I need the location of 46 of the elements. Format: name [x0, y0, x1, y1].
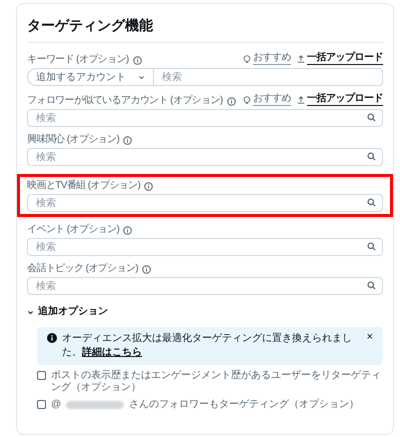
search-icon — [367, 281, 376, 290]
info-icon — [47, 333, 57, 343]
chevron-icon — [138, 74, 145, 80]
info-icon[interactable] — [123, 136, 132, 144]
blurred-username — [66, 401, 124, 409]
field-label: 会話トピック (オプション) — [27, 264, 138, 274]
checkbox-label: さんのフォロワーもターゲティング（オプション） — [129, 399, 360, 411]
info-icon[interactable] — [144, 182, 154, 190]
search-icon — [367, 198, 376, 207]
field-label: フォロワーが似ているアカウント (オプション) — [27, 96, 223, 106]
info-icon[interactable] — [132, 56, 142, 64]
bulk-upload-link[interactable]: 一括アップロード — [307, 94, 383, 106]
upload-icon — [297, 55, 305, 63]
mention-prefix: @ — [51, 399, 62, 411]
account-dropdown[interactable]: 追加するアカウント — [27, 68, 154, 86]
search-field[interactable]: 検索 — [27, 109, 383, 127]
bulk-upload-link[interactable]: 一括アップロード — [307, 53, 383, 65]
search-field[interactable]: 検索 — [27, 277, 383, 295]
search-icon — [367, 242, 376, 251]
info-icon[interactable] — [123, 226, 132, 234]
additional-options-toggle[interactable]: 追加オプション — [27, 307, 108, 317]
checkbox[interactable] — [37, 371, 46, 380]
chevron-icon — [27, 308, 34, 316]
notice-text: オーディエンス拡大は最適化ターゲティングに置き換えられました。詳細はこちら — [62, 332, 353, 360]
info-icon[interactable] — [142, 264, 152, 274]
checkbox-label: ポストの表示歴またはエンゲージメント歴があるユーザーをリターゲティング（オプション） — [51, 370, 382, 394]
field-label: キーワード (オプション) — [27, 55, 129, 65]
details-link[interactable]: 詳細はこちら — [82, 347, 142, 358]
search-field[interactable]: 検索 — [27, 238, 383, 256]
search-icon — [367, 152, 376, 161]
search-field[interactable]: 検索 — [154, 68, 383, 86]
lightbulb-icon — [243, 55, 251, 63]
upload-icon — [297, 96, 305, 104]
close-button[interactable]: × — [366, 332, 373, 343]
lightbulb-icon — [243, 96, 251, 104]
search-icon — [367, 113, 376, 122]
field-label: イベント (オプション) — [27, 225, 120, 235]
search-field[interactable]: 検索 — [27, 194, 383, 212]
recommend-link[interactable]: おすすめ — [253, 53, 291, 65]
section-title: ターゲティング機能 — [27, 4, 383, 43]
info-icon[interactable] — [226, 96, 236, 106]
search-field[interactable]: 検索 — [27, 148, 383, 166]
field-label: 興味関心 (オプション) — [27, 135, 120, 145]
recommend-link[interactable]: おすすめ — [253, 94, 291, 106]
field-label: 映画とTV番組 (オプション) — [27, 181, 140, 191]
checkbox[interactable] — [37, 400, 46, 409]
